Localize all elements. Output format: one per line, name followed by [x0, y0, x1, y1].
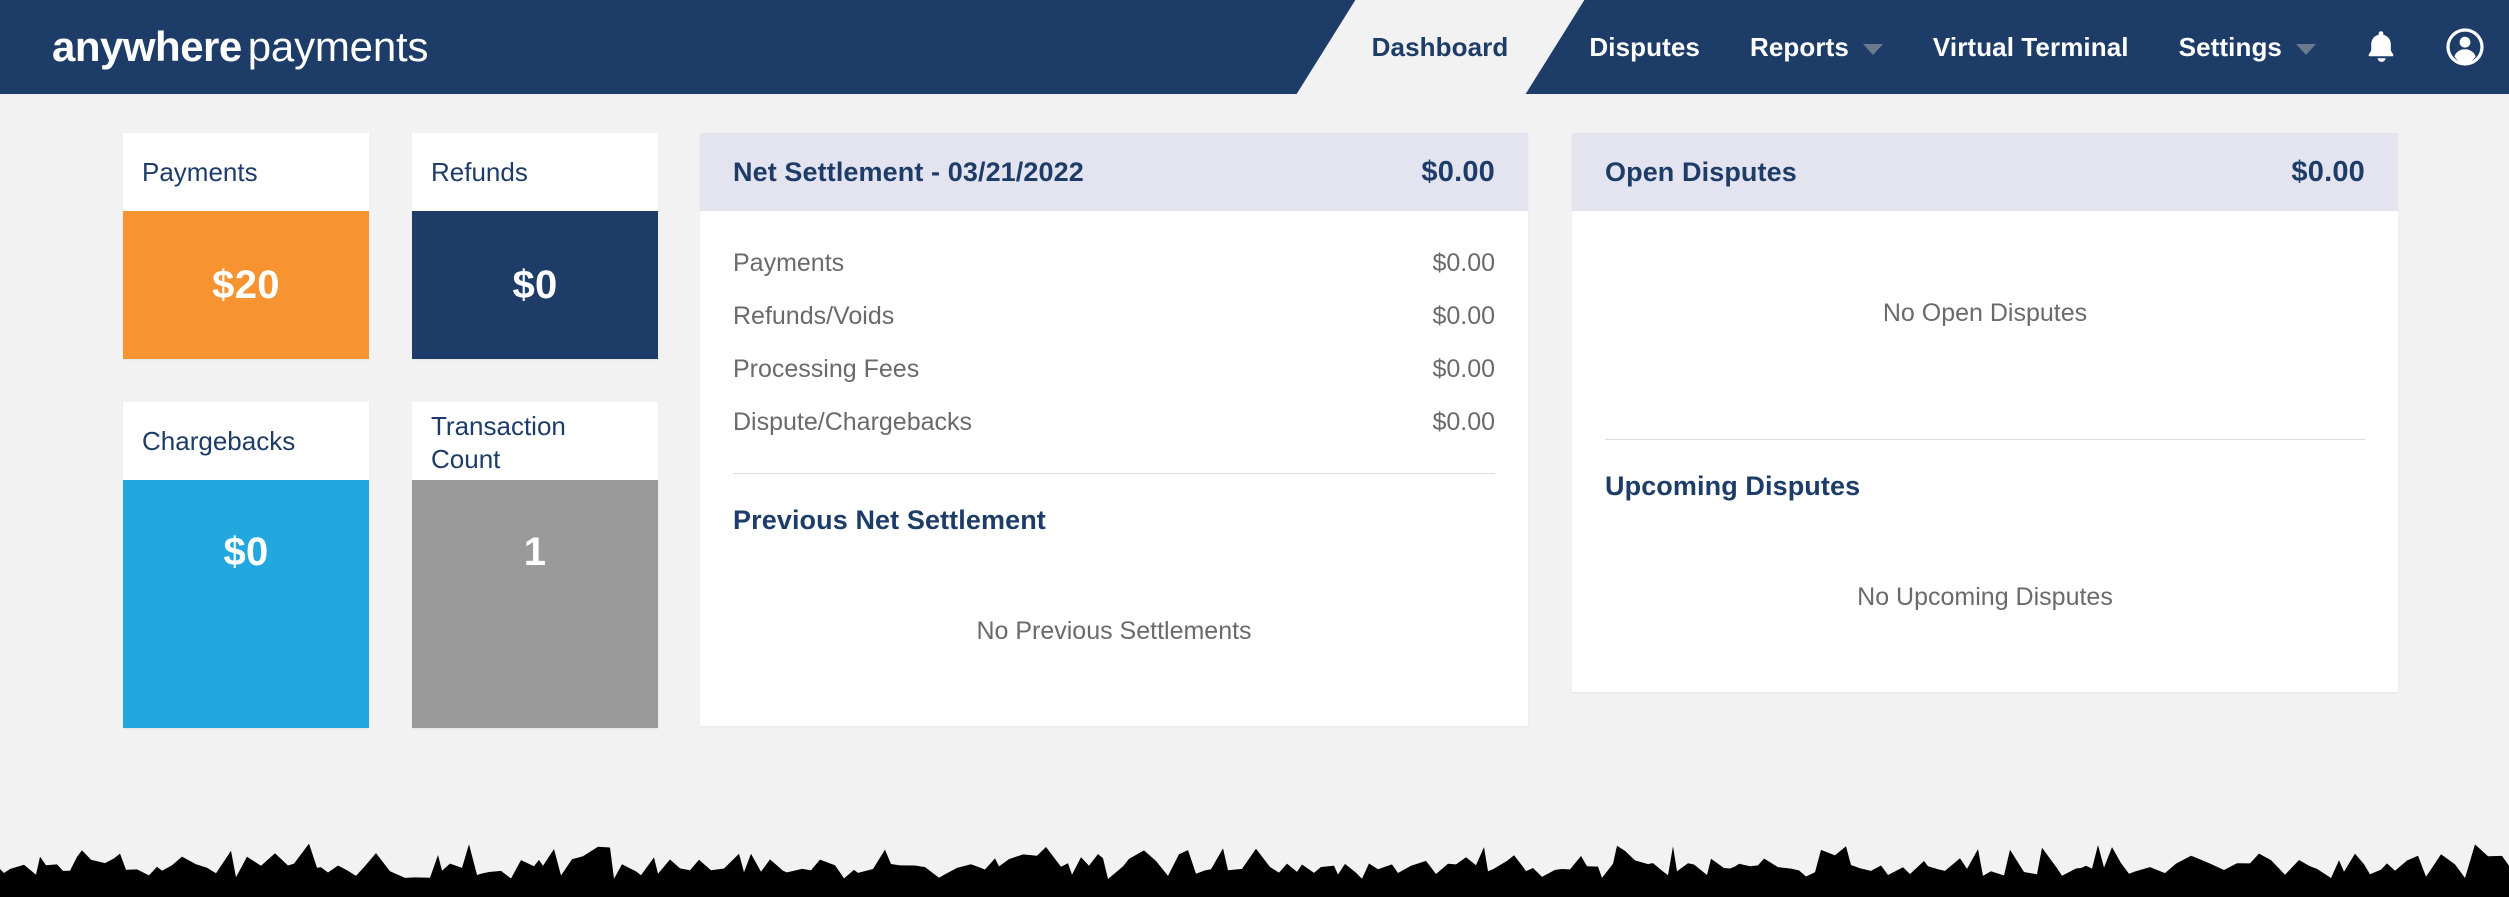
- metric-card-chargebacks-body: $0: [123, 480, 369, 728]
- settlement-line-row: Refunds/Voids $0.00: [733, 290, 1495, 343]
- settlement-line-row: Payments $0.00: [733, 237, 1495, 290]
- metric-card-transaction-count-body: 1: [412, 480, 658, 728]
- disputes-panel: Open Disputes $0.00 No Open Disputes Upc…: [1572, 133, 2398, 692]
- nav-tab-dashboard[interactable]: Dashboard: [1326, 0, 1555, 94]
- previous-settlements-empty-state: No Previous Settlements: [976, 616, 1252, 645]
- metric-card-payments-value: $20: [212, 262, 280, 307]
- metric-card-transaction-count[interactable]: Transaction Count 1: [412, 402, 658, 728]
- settlement-line-amount: $0.00: [1432, 302, 1495, 330]
- metric-card-payments[interactable]: Payments $20: [123, 133, 369, 359]
- metric-card-refunds-header: Refunds: [412, 133, 658, 211]
- settlement-line-amount: $0.00: [1432, 355, 1495, 383]
- nav-item-settings-label: Settings: [2178, 31, 2282, 62]
- nav-item-reports[interactable]: Reports: [1725, 0, 1908, 94]
- metric-card-chargebacks[interactable]: Chargebacks $0: [123, 402, 369, 728]
- settlement-line-amount: $0.00: [1432, 249, 1495, 277]
- torn-bottom-edge: [0, 843, 2509, 897]
- settlement-line-label: Processing Fees: [733, 355, 920, 383]
- chevron-down-icon: [2296, 43, 2316, 55]
- account-menu-button[interactable]: [2421, 0, 2509, 94]
- nav-item-virtual-terminal[interactable]: Virtual Terminal: [1908, 0, 2154, 94]
- metric-card-payments-title: Payments: [142, 156, 258, 187]
- metric-card-chargebacks-value: $0: [223, 530, 269, 574]
- notifications-bell-icon: [2368, 31, 2394, 62]
- previous-net-settlement-title: Previous Net Settlement: [733, 505, 1046, 535]
- settlement-line-row: Processing Fees $0.00: [733, 343, 1495, 396]
- metric-card-payments-header: Payments: [123, 133, 369, 211]
- net-settlement-line-items: Payments $0.00 Refunds/Voids $0.00 Proce…: [733, 211, 1495, 449]
- net-settlement-amount: $0.00: [1421, 155, 1495, 188]
- nav-item-settings[interactable]: Settings: [2154, 0, 2341, 94]
- upcoming-disputes-title: Upcoming Disputes: [1605, 471, 1861, 501]
- metric-card-chargebacks-header: Chargebacks: [123, 402, 369, 480]
- metric-card-transaction-count-value: 1: [523, 530, 547, 574]
- open-disputes-empty-state: No Open Disputes: [1882, 298, 2088, 327]
- settlement-line-label: Dispute/Chargebacks: [733, 408, 973, 436]
- settlement-line-label: Payments: [733, 249, 845, 277]
- notifications-button[interactable]: [2341, 0, 2421, 94]
- metric-card-transaction-count-header: Transaction Count: [412, 402, 658, 480]
- brand-name-light: payments: [247, 23, 429, 70]
- net-settlement-header: Net Settlement - 03/21/2022 $0.00: [700, 133, 1528, 211]
- settlement-line-label: Refunds/Voids: [733, 302, 895, 330]
- open-disputes-amount: $0.00: [2291, 155, 2365, 188]
- metric-card-chargebacks-title: Chargebacks: [142, 425, 296, 456]
- metric-card-refunds-body: $0: [412, 211, 658, 359]
- settlement-line-amount: $0.00: [1432, 408, 1495, 436]
- metric-card-transaction-count-title: Transaction Count: [431, 411, 566, 474]
- nav-item-disputes-label: Disputes: [1589, 31, 1700, 62]
- disputes-body: No Open Disputes Upcoming Disputes No Up…: [1572, 211, 2398, 692]
- net-settlement-title: Net Settlement - 03/21/2022: [733, 156, 1084, 187]
- metric-cards-grid: Payments $20 Refunds $0 Chargebacks $0 T…: [123, 133, 658, 728]
- net-settlement-body: Payments $0.00 Refunds/Voids $0.00 Proce…: [700, 211, 1528, 726]
- metric-card-refunds-title: Refunds: [431, 156, 528, 187]
- nav-items-group: Dashboard Disputes Reports Virtual Termi…: [1326, 0, 2509, 94]
- upcoming-disputes-empty-state: No Upcoming Disputes: [1857, 582, 2113, 611]
- brand-logo[interactable]: anywhere payments: [52, 23, 428, 71]
- open-disputes-title: Open Disputes: [1605, 156, 1797, 187]
- chevron-down-icon: [1862, 43, 1883, 55]
- metric-card-payments-body: $20: [123, 211, 369, 359]
- dashboard-content: Payments $20 Refunds $0 Chargebacks $0 T…: [0, 94, 2509, 897]
- account-avatar-icon: [2446, 28, 2484, 66]
- nav-tab-dashboard-label: Dashboard: [1371, 31, 1509, 62]
- nav-item-reports-label: Reports: [1749, 31, 1849, 62]
- metric-card-refunds-value: $0: [512, 262, 558, 307]
- net-settlement-panel: Net Settlement - 03/21/2022 $0.00 Paymen…: [700, 133, 1528, 726]
- top-navigation-bar: anywhere payments Dashboard Disputes Repo…: [0, 0, 2509, 94]
- dashboard-columns: Payments $20 Refunds $0 Chargebacks $0 T…: [0, 133, 2509, 728]
- metric-card-refunds[interactable]: Refunds $0: [412, 133, 658, 359]
- open-disputes-header: Open Disputes $0.00: [1572, 133, 2398, 211]
- nav-item-virtual-terminal-label: Virtual Terminal: [1932, 31, 2129, 62]
- settlement-line-row: Dispute/Chargebacks $0.00: [733, 396, 1495, 449]
- nav-item-disputes[interactable]: Disputes: [1564, 0, 1725, 94]
- brand-name-bold: anywhere: [52, 23, 242, 70]
